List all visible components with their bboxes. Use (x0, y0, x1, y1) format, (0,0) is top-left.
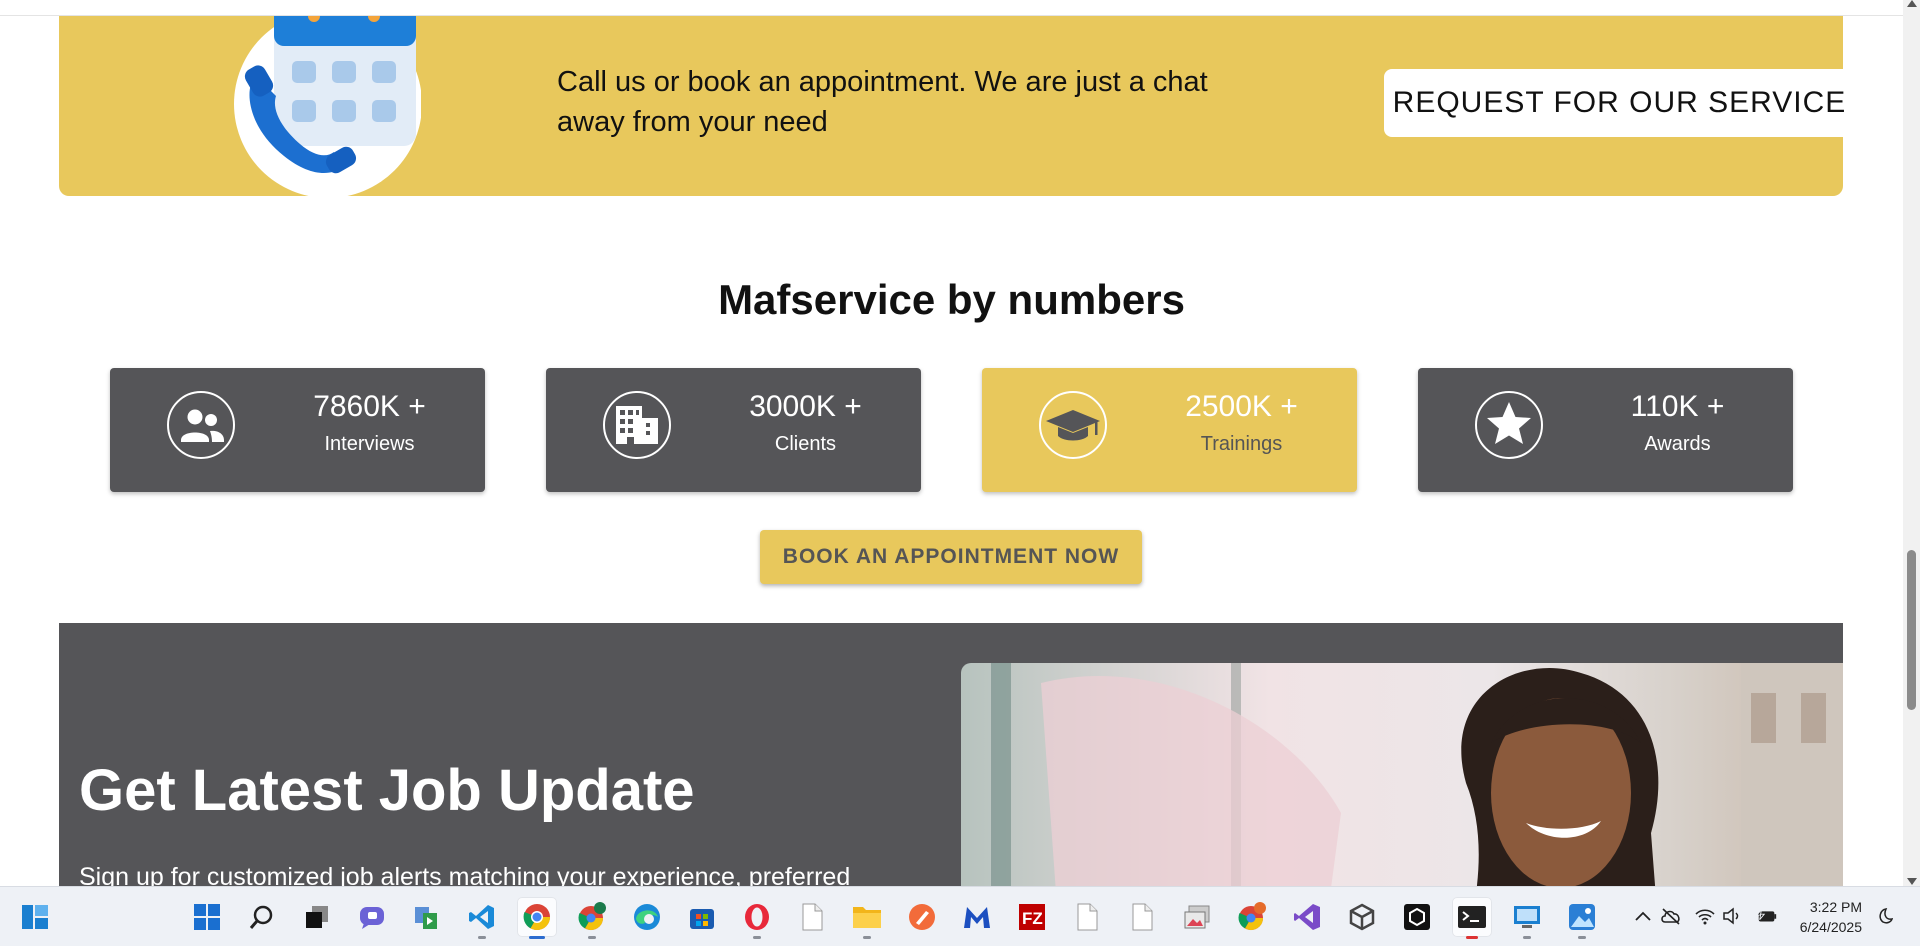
app-active-indicator (529, 936, 545, 939)
search-icon[interactable] (242, 897, 282, 937)
file-explorer-icon[interactable] (847, 897, 887, 939)
star-icon (1475, 391, 1543, 459)
job-update-title: Get Latest Job Update (79, 758, 695, 823)
start-icon[interactable] (187, 897, 227, 937)
cta-banner: Call us or book an appointment. We are j… (59, 16, 1855, 198)
do-not-disturb-moon-icon[interactable] (1873, 905, 1895, 927)
edge-icon[interactable] (627, 897, 667, 937)
job-update-text: Sign up for customized job alerts matchi… (79, 863, 851, 886)
file-transfer-icon[interactable] (407, 897, 447, 937)
cloud-offline-icon[interactable] (1660, 905, 1682, 927)
file-icon[interactable] (1122, 897, 1162, 937)
people-icon (167, 391, 235, 459)
stat-card-awards: 110K + Awards (1418, 368, 1793, 492)
chrome-canary-icon[interactable] (1232, 897, 1272, 937)
building-icon (603, 391, 671, 459)
widgets-icon[interactable] (15, 897, 55, 937)
filezilla-icon[interactable]: FZ (1012, 897, 1052, 937)
scrollbar-thumb[interactable] (1907, 550, 1916, 710)
job-update-section: Get Latest Job Update Sign up for custom… (59, 623, 1843, 886)
numbers-title: Mafservice by numbers (718, 276, 1185, 323)
cta-text: Call us or book an appointment. We are j… (557, 66, 1208, 138)
volume-icon[interactable] (1722, 905, 1744, 927)
calendar-phone-illustration (234, 16, 421, 198)
stat-card-interviews: 7860K + Interviews (110, 368, 485, 492)
unity-hub-icon[interactable] (1397, 897, 1437, 937)
battery-charging-icon[interactable] (1756, 905, 1778, 927)
web-page: Call us or book an appointment. We are j… (0, 0, 1903, 886)
task-view-icon[interactable] (297, 897, 337, 937)
microsoft-store-icon[interactable] (682, 897, 722, 937)
stat-value: 2500K + (1185, 390, 1298, 423)
stat-label: Awards (1644, 433, 1711, 455)
scroll-up-arrow-icon[interactable] (1907, 0, 1917, 7)
photos-app-icon[interactable] (1562, 897, 1602, 939)
page-scrollbar[interactable] (1903, 0, 1920, 886)
app-running-indicator (1466, 936, 1478, 939)
stat-value: 3000K + (749, 390, 862, 423)
clock-date: 6/24/2025 (1799, 919, 1862, 935)
chevron-up-icon[interactable] (1632, 905, 1654, 927)
stat-card-clients: 3000K + Clients (546, 368, 921, 492)
svg-text:FZ: FZ (1022, 909, 1043, 928)
scroll-down-arrow-icon[interactable] (1907, 878, 1917, 885)
wifi-icon[interactable] (1694, 905, 1716, 927)
malwarebytes-icon[interactable] (957, 897, 997, 937)
file-icon[interactable] (1067, 897, 1107, 937)
stat-value: 7860K + (313, 390, 426, 423)
remote-desktop-icon[interactable] (1507, 897, 1547, 939)
visual-studio-icon[interactable] (1287, 897, 1327, 937)
app-running-indicator (1523, 936, 1531, 939)
graduation-cap-icon (1039, 391, 1107, 459)
photos-icon[interactable] (1177, 897, 1217, 937)
chrome-profile-icon[interactable] (572, 897, 612, 939)
stat-value: 110K + (1630, 390, 1725, 423)
clock-time: 3:22 PM (1809, 899, 1862, 915)
opera-icon[interactable] (737, 897, 777, 939)
app-running-indicator (588, 936, 596, 939)
taskbar-clock[interactable]: 3:22 PM 6/24/2025 (1792, 897, 1862, 937)
terminal-icon[interactable] (1452, 897, 1492, 939)
vscode-icon[interactable] (462, 897, 502, 939)
app-running-indicator (753, 936, 761, 939)
book-appointment-button[interactable]: BOOK AN APPOINTMENT NOW (760, 530, 1142, 584)
file-icon[interactable] (792, 897, 832, 937)
job-update-photo (961, 663, 1843, 886)
app-running-indicator (478, 936, 486, 939)
request-service-button[interactable]: REQUEST FOR OUR SERVICE (1384, 69, 1855, 137)
unity-icon[interactable] (1342, 897, 1382, 937)
stat-label: Trainings (1200, 433, 1283, 455)
stat-card-trainings: 2500K + Trainings (982, 368, 1357, 492)
app-running-indicator (863, 936, 871, 939)
chrome-icon[interactable] (517, 897, 557, 939)
stat-label: Clients (774, 433, 837, 455)
app-running-indicator (1578, 936, 1586, 939)
stat-label: Interviews (324, 433, 415, 455)
windows-taskbar: FZ 3:22 PM 6/24/2025 (0, 886, 1920, 946)
teams-chat-icon[interactable] (352, 897, 392, 937)
postman-icon[interactable] (902, 897, 942, 937)
